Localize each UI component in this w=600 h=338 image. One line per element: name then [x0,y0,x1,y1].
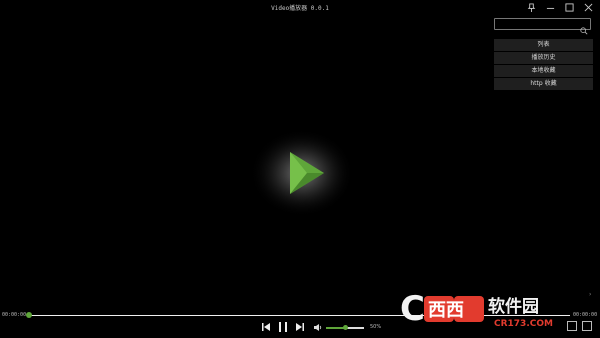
svg-text:西西: 西西 [428,300,464,321]
menu-item-history[interactable]: 播放历史 [494,52,593,64]
progress-handle[interactable] [26,312,32,318]
svg-text:C: C [400,289,425,329]
previous-icon[interactable] [260,321,272,333]
window-controls [525,1,594,13]
title-bar: Video播放器 0.0.1 [0,0,600,14]
watermark-logo: C 西西 软件园 CR173.COM [398,286,580,330]
menu-item-local-favorites[interactable]: 本地收藏 [494,65,593,77]
volume-percent: 50% [370,324,382,330]
pin-icon[interactable] [525,1,537,13]
svg-text:软件园: 软件园 [488,296,539,317]
fullscreen-icon[interactable] [582,321,592,331]
pause-icon[interactable] [277,320,289,333]
next-icon[interactable] [294,321,306,333]
search-input[interactable] [498,19,578,29]
minimize-icon[interactable] [544,1,556,13]
search-icon[interactable] [580,20,588,39]
big-play-button[interactable] [248,128,356,218]
volume-slider[interactable] [326,325,364,330]
current-time: 00:00:00 [2,312,27,318]
search-box[interactable] [494,18,591,35]
svg-text:CR173.COM: CR173.COM [494,319,553,329]
close-icon[interactable] [582,1,594,13]
chevron-right-icon[interactable]: › [589,291,591,298]
menu-item-list[interactable]: 列表 [494,39,593,51]
window-title: Video播放器 0.0.1 [271,5,329,12]
maximize-icon[interactable] [563,1,575,13]
side-menu: 列表 播放历史 本地收藏 http 收藏 [494,39,593,91]
menu-item-http-favorites[interactable]: http 收藏 [494,78,593,90]
volume-handle[interactable] [342,325,348,330]
speaker-icon[interactable] [312,322,323,332]
